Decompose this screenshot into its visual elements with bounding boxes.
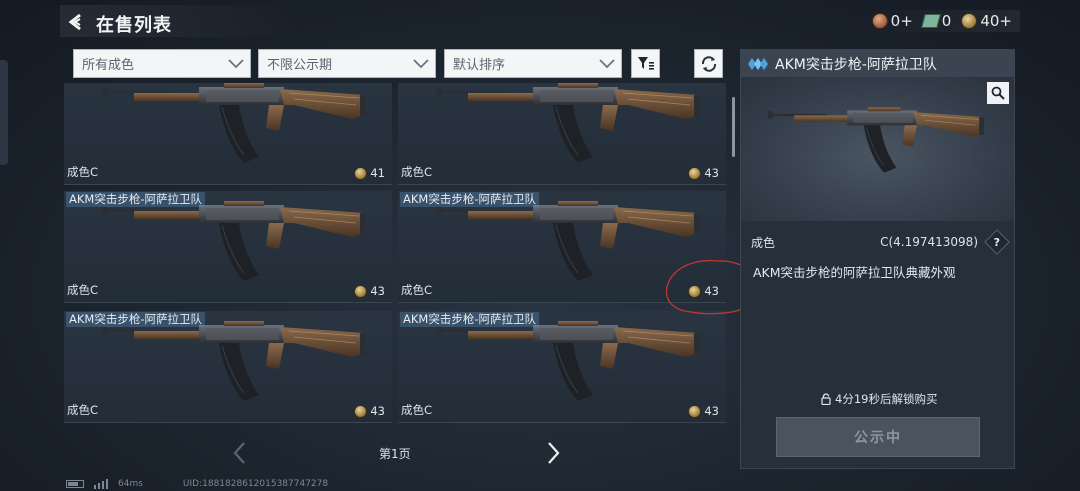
currency-ticket[interactable]: 0 bbox=[920, 12, 952, 30]
chevron-left-icon bbox=[233, 442, 245, 464]
currency-gold[interactable]: 40+ bbox=[961, 12, 1012, 30]
price-value: 43 bbox=[704, 284, 719, 298]
condition-help-button[interactable]: ? bbox=[984, 229, 1010, 255]
magnifier-icon bbox=[991, 86, 1005, 100]
price-value: 41 bbox=[370, 166, 385, 180]
condition-filter-dropdown[interactable]: 所有成色 bbox=[73, 49, 251, 78]
listing-card[interactable]: AKM突击步枪-阿萨拉卫队 成色C 43 bbox=[64, 311, 392, 423]
listing-condition: 成色C bbox=[67, 403, 99, 417]
akm-rifle-image bbox=[101, 83, 367, 164]
listing-condition: 成色C bbox=[401, 165, 433, 179]
status-footer: 64ms UID:1881828612015387747278 bbox=[66, 479, 328, 489]
currency-value: 40+ bbox=[980, 12, 1012, 30]
listing-scrollbar[interactable] bbox=[732, 97, 735, 157]
help-icon: ? bbox=[993, 235, 1001, 249]
chevron-down-icon bbox=[413, 58, 429, 68]
listing-name: AKM突击步枪-阿萨拉卫队 bbox=[66, 192, 205, 207]
condition-value: C(4.197413098) bbox=[880, 235, 978, 249]
countdown-text: 4分19秒后解锁购买 bbox=[835, 392, 938, 406]
sort-dropdown[interactable]: 默认排序 bbox=[444, 49, 622, 78]
akm-rifle-image bbox=[767, 106, 985, 174]
detail-image bbox=[741, 77, 1014, 221]
advanced-filter-button[interactable] bbox=[631, 49, 660, 78]
currency-value: 0 bbox=[941, 12, 952, 30]
dropdown-value: 不限公示期 bbox=[267, 58, 333, 73]
public-notice-button[interactable]: 公示中 bbox=[776, 417, 980, 457]
chevron-down-icon bbox=[599, 58, 615, 68]
user-uid: UID:1881828612015387747278 bbox=[182, 479, 329, 489]
listing-price: 43 bbox=[688, 284, 719, 298]
zoom-button[interactable] bbox=[987, 82, 1009, 104]
period-filter-dropdown[interactable]: 不限公示期 bbox=[258, 49, 436, 78]
listing-card[interactable]: AKM突击步枪-阿萨拉卫队 成色C 43 bbox=[398, 311, 726, 423]
listing-price: 43 bbox=[354, 404, 385, 418]
listing-name: AKM突击步枪-阿萨拉卫队 bbox=[66, 312, 205, 327]
signal-icon bbox=[94, 479, 108, 489]
listing-condition: 成色C bbox=[401, 403, 433, 417]
item-description: AKM突击步枪的阿萨拉卫队典藏外观 bbox=[753, 265, 956, 280]
price-value: 43 bbox=[704, 404, 719, 418]
akm-rifle-image bbox=[435, 83, 701, 164]
listing-name: AKM突击步枪-阿萨拉卫队 bbox=[400, 312, 539, 327]
next-page-button[interactable] bbox=[541, 440, 567, 466]
ticket-icon bbox=[920, 14, 941, 28]
currency-copper[interactable]: 0+ bbox=[871, 12, 913, 30]
battery-icon bbox=[66, 480, 84, 488]
gold-coin-icon bbox=[961, 13, 978, 29]
refresh-icon bbox=[701, 55, 716, 72]
unlock-countdown: 4分19秒后解锁购买 bbox=[821, 391, 937, 407]
price-value: 43 bbox=[370, 284, 385, 298]
copper-coin-icon bbox=[871, 13, 888, 29]
listing-card[interactable]: 成色C 41 bbox=[64, 83, 392, 185]
coin-icon bbox=[688, 166, 702, 180]
listing-condition: 成色C bbox=[401, 283, 433, 297]
condition-label: 成色 bbox=[751, 235, 776, 250]
lock-icon bbox=[821, 393, 831, 405]
detail-title: AKM突击步枪-阿萨拉卫队 bbox=[775, 56, 937, 73]
coin-icon bbox=[688, 404, 702, 418]
coin-icon bbox=[354, 166, 368, 180]
page-indicator: 第1页 bbox=[379, 447, 411, 461]
currency-bar: 0+ 0 40+ bbox=[863, 10, 1020, 32]
listing-card[interactable]: 成色C 43 bbox=[398, 83, 726, 185]
listing-condition: 成色C bbox=[67, 283, 99, 297]
coin-icon bbox=[354, 404, 368, 418]
listing-grid: 成色C 41 成色C 43 AKM突击步枪-阿萨拉卫队 成色C 43 AKM突击… bbox=[64, 83, 728, 428]
currency-value: 0+ bbox=[890, 12, 913, 30]
ping-value: 64ms bbox=[118, 479, 143, 489]
item-detail-panel: AKM突击步枪-阿萨拉卫队 成色 C(4.197413098) ? AKM突击步… bbox=[740, 49, 1015, 469]
detail-header: AKM突击步枪-阿萨拉卫队 bbox=[741, 50, 1014, 77]
listing-condition: 成色C bbox=[67, 165, 99, 179]
listing-price: 41 bbox=[354, 166, 385, 180]
listing-name: AKM突击步枪-阿萨拉卫队 bbox=[400, 192, 539, 207]
back-button[interactable] bbox=[64, 10, 88, 34]
price-value: 43 bbox=[370, 404, 385, 418]
dropdown-value: 所有成色 bbox=[82, 58, 135, 73]
refresh-button[interactable] bbox=[694, 49, 723, 78]
side-drawer-handle[interactable] bbox=[0, 60, 8, 165]
listing-price: 43 bbox=[688, 166, 719, 180]
listing-card[interactable]: AKM突击步枪-阿萨拉卫队 成色C 43 bbox=[64, 191, 392, 303]
price-value: 43 bbox=[704, 166, 719, 180]
coin-icon bbox=[354, 284, 368, 298]
diamond-rarity-icon bbox=[748, 57, 768, 70]
prev-page-button[interactable] bbox=[226, 440, 252, 466]
filter-icon bbox=[637, 56, 654, 70]
chevron-right-icon bbox=[548, 442, 560, 464]
page-title: 在售列表 bbox=[96, 15, 172, 36]
condition-row: 成色 C(4.197413098) ? bbox=[751, 229, 1010, 255]
coin-icon bbox=[688, 284, 702, 298]
dropdown-value: 默认排序 bbox=[453, 58, 506, 73]
listing-card[interactable]: AKM突击步枪-阿萨拉卫队 成色C 43 bbox=[398, 191, 726, 303]
listing-price: 43 bbox=[688, 404, 719, 418]
listing-price: 43 bbox=[354, 284, 385, 298]
back-arrow-icon bbox=[68, 13, 81, 31]
chevron-down-icon bbox=[228, 58, 244, 68]
